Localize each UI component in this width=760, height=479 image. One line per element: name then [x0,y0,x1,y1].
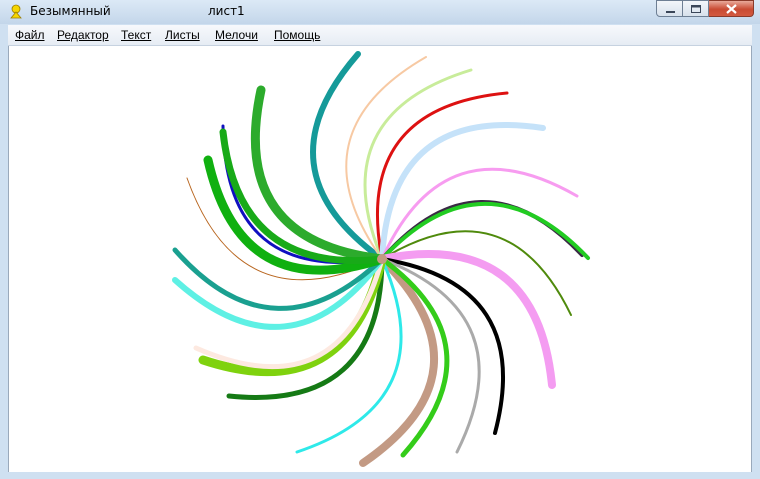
menu-editor[interactable]: Редактор [57,28,109,42]
close-icon [726,4,737,14]
menu-sheets[interactable]: Листы [165,28,200,42]
window-controls [656,0,754,19]
maximize-icon [691,5,701,13]
spiral-arc-10 [378,250,556,389]
drawing-canvas[interactable] [8,46,752,472]
app-window: Безымянный лист1 Файл Редактор Текст Лис… [0,0,760,479]
document-title: Безымянный [30,4,111,18]
close-button[interactable] [709,0,754,17]
maximize-button[interactable] [683,0,709,17]
window-bottom-border [0,472,760,479]
menu-file[interactable]: Файл [15,28,45,42]
sheet-title: лист1 [208,4,245,18]
menu-bar: Файл Редактор Текст Листы Мелочи Помощь [8,25,752,46]
title-bar[interactable]: Безымянный лист1 [0,0,760,24]
spiral-center [377,254,387,264]
menu-text[interactable]: Текст [121,28,151,42]
spiral-arc-3 [363,68,473,261]
minimize-button[interactable] [656,0,683,17]
app-pencil-icon [8,3,24,19]
minimize-icon [666,11,675,13]
menu-help[interactable]: Помощь [274,28,320,42]
spiral-arc-6 [380,167,579,261]
spiral-drawing [172,51,590,467]
spiral-arc-5 [379,122,546,262]
menu-misc[interactable]: Мелочи [215,28,258,42]
